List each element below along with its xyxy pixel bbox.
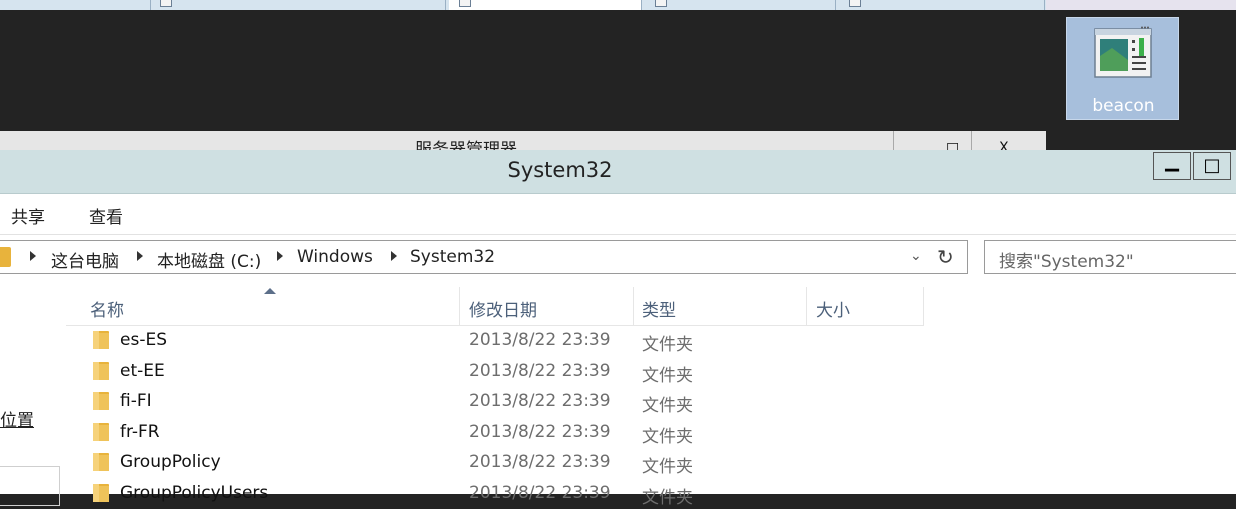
file-explorer-window: System32 ▁ □ 共享 查看 这台电脑 本地磁盘 (C:) Window… — [0, 150, 1236, 508]
desktop-icon-label: beacon — [1092, 96, 1155, 116]
chevron-right-icon[interactable] — [277, 251, 283, 261]
file-modified-date: 2013/8/22 23:39 — [469, 330, 611, 350]
minimize-button[interactable]: ▁ — [1153, 151, 1191, 180]
window-icon — [849, 0, 861, 7]
column-header-date[interactable]: 修改日期 — [460, 287, 634, 325]
nav-pane-item[interactable]: 位置 — [0, 406, 34, 431]
taskbar-item[interactable] — [645, 0, 836, 10]
folder-icon — [92, 330, 110, 350]
file-type: 文件夹 — [642, 426, 693, 447]
table-row[interactable]: et-EE 2013/8/22 23:39 文件夹 — [66, 357, 924, 387]
file-modified-date: 2013/8/22 23:39 — [469, 360, 611, 381]
address-bar[interactable]: 这台电脑 本地磁盘 (C:) Windows System32 ⌄ ↻ — [0, 240, 968, 274]
background-window-title: 服务器管理器 — [415, 140, 517, 150]
column-header-type[interactable]: 类型 — [634, 287, 807, 325]
breadcrumb-system32[interactable]: System32 — [410, 247, 495, 267]
background-window-titlebar[interactable]: 服务器管理器 □ X — [0, 131, 1047, 156]
table-row[interactable]: fi-FI 2013/8/22 23:39 文件夹 — [66, 387, 924, 417]
window-title: System32 — [507, 158, 613, 182]
file-name: GroupPolicy — [120, 452, 221, 472]
tab-view[interactable]: 查看 — [89, 203, 123, 228]
folder-icon — [0, 247, 11, 267]
refresh-icon[interactable]: ↻ — [937, 245, 954, 269]
folder-icon — [92, 483, 110, 503]
file-modified-date: 2013/8/22 23:39 — [469, 421, 611, 442]
folder-icon — [92, 391, 110, 411]
column-headers: 名称 修改日期 类型 大小 — [66, 287, 924, 326]
sort-ascending-icon — [264, 288, 276, 294]
file-name: fi-FI — [120, 391, 152, 411]
desktop — [0, 10, 1236, 150]
ribbon-tabs: 共享 查看 — [0, 194, 1236, 235]
file-modified-date: 2013/8/22 23:39 — [469, 452, 611, 472]
taskbar-item[interactable] — [0, 0, 151, 10]
search-placeholder: 搜索"System32" — [999, 252, 1134, 272]
file-type: 文件夹 — [642, 457, 693, 477]
application-window-icon — [1094, 26, 1152, 78]
file-name: es-ES — [120, 330, 167, 350]
breadcrumb-windows[interactable]: Windows — [297, 247, 373, 267]
chevron-right-icon[interactable] — [30, 251, 36, 261]
table-row[interactable]: GroupPolicy 2013/8/22 23:39 文件夹 — [66, 448, 924, 478]
maximize-icon: □ — [1203, 155, 1221, 176]
window-icon — [459, 0, 471, 7]
maximize-button[interactable]: □ — [893, 131, 972, 156]
file-name: et-EE — [120, 360, 165, 381]
taskbar — [0, 0, 1236, 10]
breadcrumb-local-disk[interactable]: 本地磁盘 (C:) — [157, 247, 261, 272]
table-row[interactable]: es-ES 2013/8/22 23:39 文件夹 — [66, 326, 924, 356]
file-type: 文件夹 — [642, 365, 693, 386]
file-modified-date: 2013/8/22 23:39 — [469, 391, 611, 411]
folder-icon — [92, 452, 110, 472]
breadcrumb-this-pc[interactable]: 这台电脑 — [51, 247, 119, 272]
file-type: 文件夹 — [642, 335, 693, 355]
table-row[interactable]: fr-FR 2013/8/22 23:39 文件夹 — [66, 418, 924, 448]
file-name: fr-FR — [120, 421, 160, 442]
file-type: 文件夹 — [642, 396, 693, 416]
folder-icon — [92, 361, 110, 381]
taskbar-item[interactable] — [839, 0, 1045, 10]
taskbar-empty-area — [1046, 0, 1236, 10]
window-icon — [655, 0, 667, 7]
column-header-name[interactable]: 名称 — [66, 287, 460, 325]
taskbar-item-active[interactable] — [449, 0, 642, 10]
window-icon — [160, 0, 172, 7]
chevron-right-icon[interactable] — [391, 251, 397, 261]
tab-share[interactable]: 共享 — [11, 203, 45, 228]
file-type: 文件夹 — [642, 487, 693, 508]
column-header-size[interactable]: 大小 — [807, 287, 924, 325]
search-input[interactable]: 搜索"System32" — [984, 240, 1236, 274]
close-button[interactable]: X — [971, 131, 1047, 156]
file-name: GroupPolicyUsers — [120, 482, 269, 503]
desktop-icon-beacon[interactable]: beacon — [1066, 17, 1179, 120]
chevron-down-icon[interactable]: ⌄ — [910, 248, 922, 264]
minimize-icon: ▁ — [1165, 151, 1179, 172]
file-modified-date: 2013/8/22 23:39 — [469, 482, 611, 503]
chevron-right-icon[interactable] — [137, 251, 143, 261]
folder-icon — [92, 422, 110, 442]
nav-pane-section — [0, 466, 60, 506]
taskbar-item[interactable] — [150, 0, 446, 10]
maximize-button[interactable]: □ — [1193, 152, 1231, 180]
window-titlebar[interactable]: System32 ▁ □ — [0, 150, 1236, 194]
